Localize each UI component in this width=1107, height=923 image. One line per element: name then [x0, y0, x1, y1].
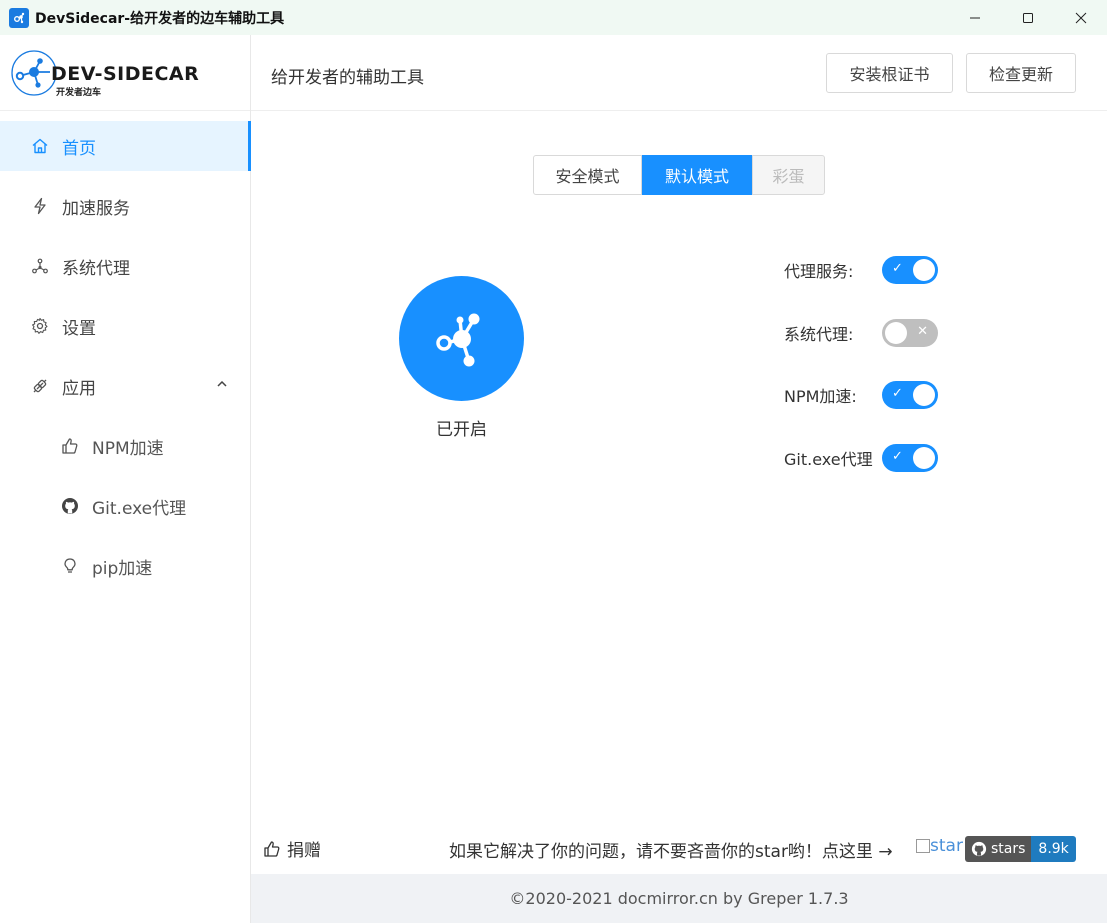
maximize-button[interactable]	[1001, 0, 1054, 35]
toggle-row-git: Git.exe代理 ✓	[784, 444, 938, 472]
bulb-icon	[60, 556, 80, 576]
proxy-service-switch[interactable]: ✓	[882, 256, 938, 284]
toggle-label: 系统代理:	[784, 325, 854, 344]
minimize-icon	[969, 17, 980, 18]
sidebar-item-label: NPM加速	[92, 438, 164, 459]
toggle-label: NPM加速:	[784, 387, 857, 406]
broken-image-icon	[916, 839, 930, 853]
copyright-footer: ©2020-2021 docmirror.cn by Greper 1.7.3	[251, 874, 1107, 923]
maximize-icon	[1022, 12, 1033, 23]
page-title: 给开发者的辅助工具	[271, 68, 424, 88]
sidebar-item-git[interactable]: Git.exe代理	[0, 481, 250, 531]
sidebar-item-label: 应用	[62, 378, 96, 399]
donate-link[interactable]: 捐赠	[263, 836, 321, 861]
sidebar-item-label: 加速服务	[62, 198, 130, 219]
git-switch[interactable]: ✓	[882, 444, 938, 472]
sidebar-item-npm[interactable]: NPM加速	[0, 421, 250, 471]
sidebar-item-label: 系统代理	[62, 258, 130, 279]
window-title: DevSidecar-给开发者的边车辅助工具	[35, 10, 285, 27]
github-icon	[971, 841, 987, 857]
sidebar-item-apps[interactable]: 应用	[0, 361, 250, 411]
sidebar-item-system-proxy[interactable]: 系统代理	[0, 241, 250, 291]
header: 给开发者的辅助工具 安装根证书 检查更新	[251, 35, 1107, 111]
network-icon	[30, 256, 50, 276]
switch-knob	[913, 259, 935, 281]
toggle-row-npm: NPM加速: ✓	[784, 381, 938, 409]
title-bar: DevSidecar-给开发者的边车辅助工具	[0, 0, 1107, 35]
lightning-icon	[30, 196, 50, 216]
sidebar-item-pip[interactable]: pip加速	[0, 541, 250, 591]
badge-label: stars	[991, 841, 1026, 857]
app-window: DevSidecar-给开发者的边车辅助工具 DEV-SIDECAR 开发者边车…	[0, 0, 1107, 923]
close-icon	[1075, 12, 1086, 23]
sidebar-item-home[interactable]: 首页	[0, 121, 251, 171]
switch-knob	[913, 447, 935, 469]
github-stars-badge[interactable]: stars 8.9k	[965, 836, 1076, 862]
home-icon	[30, 136, 50, 156]
logo-subtitle: 开发者边车	[56, 88, 102, 98]
tab-easter-egg: 彩蛋	[752, 155, 825, 195]
switch-knob	[885, 322, 907, 344]
check-icon: ✓	[892, 449, 903, 464]
check-update-button[interactable]: 检查更新	[966, 53, 1076, 93]
gear-icon	[30, 316, 50, 336]
toggle-label: Git.exe代理	[784, 450, 873, 469]
star-note[interactable]: 如果它解决了你的问题，请不要吝啬你的star哟！点这里 →	[449, 837, 893, 862]
sidebar-item-label: pip加速	[92, 558, 153, 579]
cross-icon: ✕	[917, 324, 928, 339]
check-icon: ✓	[892, 386, 903, 401]
toggle-row-proxy-service: 代理服务: ✓	[784, 256, 938, 284]
thumbs-up-icon	[264, 840, 280, 857]
donate-label: 捐赠	[287, 841, 321, 861]
mode-selector: 安全模式 默认模式 彩蛋	[533, 155, 825, 195]
star-image-alt: star	[930, 836, 963, 856]
sidebar-item-settings[interactable]: 设置	[0, 301, 250, 351]
status-text: 已开启	[436, 420, 487, 440]
tab-safe-mode[interactable]: 安全模式	[533, 155, 642, 195]
app-icon	[9, 7, 29, 28]
logo-text: DEV-SIDECAR	[51, 63, 200, 85]
plugin-icon	[30, 376, 50, 396]
minimize-button[interactable]	[948, 0, 1001, 35]
sidebar-item-acceleration[interactable]: 加速服务	[0, 181, 250, 231]
github-icon	[60, 496, 80, 516]
tab-default-mode[interactable]: 默认模式	[642, 155, 752, 195]
install-cert-button[interactable]: 安装根证书	[826, 53, 953, 93]
sidebar-item-label: 设置	[62, 318, 96, 339]
window-controls	[948, 0, 1107, 35]
sidebar-item-label: Git.exe代理	[92, 498, 187, 519]
star-image-link[interactable]: star	[916, 836, 966, 856]
start-stop-button[interactable]	[399, 276, 524, 401]
switch-knob	[913, 384, 935, 406]
sidebar: DEV-SIDECAR 开发者边车 首页 加速服务 系统代理 设置 应用 NPM…	[0, 35, 251, 923]
toggle-label: 代理服务:	[784, 262, 854, 281]
close-button[interactable]	[1054, 0, 1107, 35]
thumbs-up-icon	[60, 436, 80, 456]
toggle-row-system-proxy: 系统代理: ✕	[784, 319, 938, 347]
chevron-up-icon[interactable]	[216, 378, 228, 390]
check-icon: ✓	[892, 261, 903, 276]
sidebar-item-label: 首页	[62, 138, 96, 159]
logo: DEV-SIDECAR 开发者边车	[0, 35, 250, 111]
system-proxy-switch[interactable]: ✕	[882, 319, 938, 347]
npm-switch[interactable]: ✓	[882, 381, 938, 409]
badge-count: 8.9k	[1031, 836, 1076, 862]
sidecar-network-icon	[435, 313, 479, 366]
